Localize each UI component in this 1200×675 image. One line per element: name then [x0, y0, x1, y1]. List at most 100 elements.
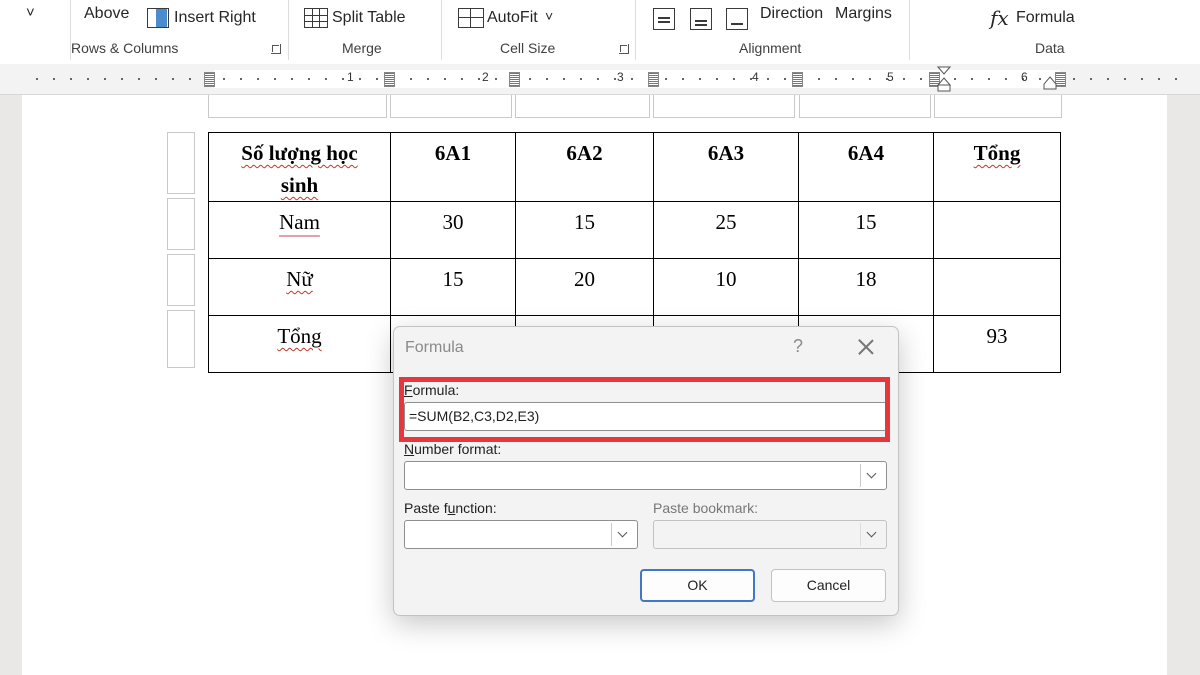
- ruler-tick: [903, 78, 905, 80]
- chevron-down-icon[interactable]: [860, 464, 884, 487]
- table-cell[interactable]: [515, 95, 650, 118]
- number-format-label-text: umber format:: [414, 441, 502, 457]
- rows-columns-launcher-icon[interactable]: [271, 44, 281, 54]
- table-cell[interactable]: [934, 95, 1062, 118]
- ruler-tick: [1090, 78, 1092, 80]
- chevron-down-icon: [860, 523, 884, 546]
- ruler-tick: [699, 78, 701, 80]
- indent-marker-icon[interactable]: [936, 66, 952, 92]
- right-indent-marker-icon[interactable]: [1043, 76, 1057, 90]
- ruler-tick: [444, 78, 446, 80]
- autofit-button[interactable]: AutoFit: [487, 9, 538, 27]
- formula-button[interactable]: Formula: [1016, 9, 1075, 27]
- table-cell[interactable]: [799, 95, 931, 118]
- ruler-tick: [240, 78, 242, 80]
- close-icon[interactable]: [854, 335, 878, 359]
- paste-function-label-text: Paste f: [404, 500, 448, 516]
- table-cell[interactable]: 10: [653, 258, 799, 316]
- column-marker-icon[interactable]: [648, 72, 659, 87]
- table-cell[interactable]: 15: [798, 201, 934, 259]
- table-cell[interactable]: [653, 95, 795, 118]
- table-cell[interactable]: 20: [515, 258, 654, 316]
- ribbon-separator: [441, 0, 442, 60]
- table-header-cell[interactable]: Số lượng học sinh: [208, 132, 391, 202]
- split-table-button[interactable]: Split Table: [332, 9, 406, 27]
- ruler-tick: [223, 78, 225, 80]
- ruler-tick: [495, 78, 497, 80]
- insert-above-button[interactable]: Above: [84, 5, 129, 23]
- ruler-tick: [138, 78, 140, 80]
- table-cell[interactable]: 18: [798, 258, 934, 316]
- column-marker-icon[interactable]: [204, 72, 215, 87]
- table-cell[interactable]: 15: [390, 258, 516, 316]
- ruler-tick: [733, 78, 735, 80]
- ruler-tick: [920, 78, 922, 80]
- table-cell[interactable]: [208, 95, 387, 118]
- table-cell[interactable]: 30: [390, 201, 516, 259]
- ribbon-separator: [635, 0, 636, 60]
- ribbon-collapse-chevron-icon[interactable]: ˅: [26, 4, 35, 21]
- split-table-icon: [304, 8, 328, 28]
- ruler-number: 4: [752, 70, 759, 84]
- ruler-tick: [546, 78, 548, 80]
- chevron-down-icon[interactable]: [611, 523, 635, 546]
- row-selector[interactable]: [167, 254, 195, 306]
- row-selector[interactable]: [167, 198, 195, 250]
- row-selector[interactable]: [167, 132, 195, 194]
- ruler-tick: [1005, 78, 1007, 80]
- text-direction-button[interactable]: Direction: [760, 5, 823, 23]
- row-label: Nữ: [286, 267, 313, 291]
- help-icon[interactable]: ?: [793, 336, 803, 357]
- table-cell[interactable]: 15: [515, 201, 654, 259]
- ruler-tick: [529, 78, 531, 80]
- column-marker-icon[interactable]: [792, 72, 803, 87]
- ruler-tick: [376, 78, 378, 80]
- autofit-chevron-down-icon[interactable]: ˅: [545, 8, 553, 24]
- align-bottom-left-icon[interactable]: [726, 8, 748, 30]
- table-header-cell[interactable]: Tổng: [933, 132, 1061, 202]
- ruler-number: 6: [1021, 70, 1028, 84]
- ruler-tick: [971, 78, 973, 80]
- ribbon-separator: [909, 0, 910, 60]
- header-label: Tổng: [973, 141, 1021, 165]
- column-marker-icon[interactable]: [384, 72, 395, 87]
- table-header-cell[interactable]: 6A1: [390, 132, 516, 202]
- align-center-left-icon[interactable]: [653, 8, 675, 30]
- table-cell[interactable]: [933, 258, 1061, 316]
- fx-icon: fx: [990, 6, 1009, 30]
- cell-margins-button[interactable]: Margins: [835, 5, 892, 23]
- ribbon-separator: [288, 0, 289, 60]
- ruler-tick: [563, 78, 565, 80]
- ruler-tick: [580, 78, 582, 80]
- paste-function-select[interactable]: [404, 520, 638, 549]
- table-cell[interactable]: [933, 201, 1061, 259]
- ruler-tick: [478, 78, 480, 80]
- table-cell[interactable]: Nam: [208, 201, 391, 259]
- ruler-tick: [427, 78, 429, 80]
- table-cell[interactable]: Nữ: [208, 258, 391, 316]
- ruler-tick: [954, 78, 956, 80]
- table-cell[interactable]: 25: [653, 201, 799, 259]
- insert-right-button[interactable]: Insert Right: [174, 9, 256, 27]
- table-header-cell[interactable]: 6A4: [798, 132, 934, 202]
- table-cell[interactable]: [390, 95, 512, 118]
- ok-button[interactable]: OK: [640, 569, 755, 602]
- table-header-cell[interactable]: 6A2: [515, 132, 654, 202]
- ruler-tick: [461, 78, 463, 80]
- column-marker-icon[interactable]: [509, 72, 520, 87]
- ruler-tick: [121, 78, 123, 80]
- align-center-icon[interactable]: [690, 8, 712, 30]
- group-label-cell-size: Cell Size: [500, 40, 556, 56]
- ruler-tick: [1158, 78, 1160, 80]
- ruler-tick: [1175, 78, 1177, 80]
- table-header-cell[interactable]: 6A3: [653, 132, 799, 202]
- number-format-select[interactable]: [404, 461, 887, 490]
- ruler-tick: [155, 78, 157, 80]
- ruler-tick: [597, 78, 599, 80]
- cancel-button[interactable]: Cancel: [771, 569, 886, 602]
- cell-size-launcher-icon[interactable]: [619, 44, 629, 54]
- horizontal-ruler[interactable]: 1 2 3 4 5 6: [0, 64, 1200, 95]
- table-cell[interactable]: 93: [933, 315, 1061, 373]
- table-cell[interactable]: Tổng: [208, 315, 391, 373]
- row-selector[interactable]: [167, 310, 195, 368]
